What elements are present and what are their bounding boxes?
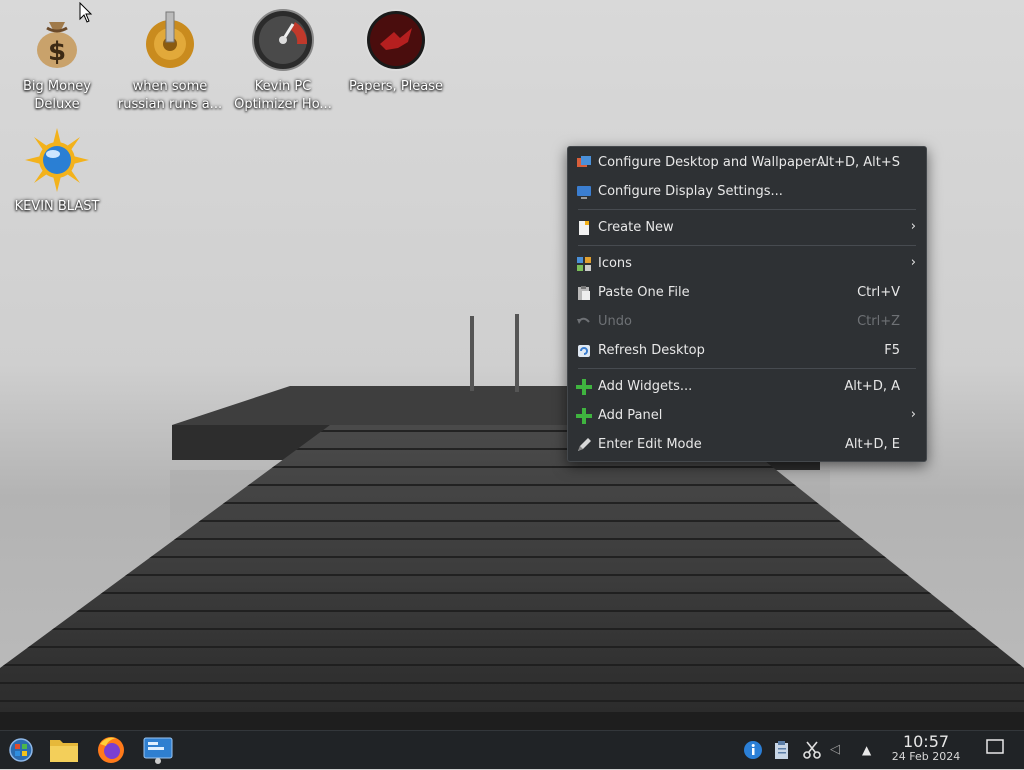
display-settings-icon [577,186,591,199]
firefox-icon [98,737,124,763]
desktop-icon-label: Papers, Please [348,79,444,94]
plus-icon [576,379,592,395]
desktop-icon-label: KEVIN BLAST [14,199,100,214]
menu-item-configure-display[interactable]: Configure Display Settings... [572,178,922,207]
tray-screenshot[interactable] [802,740,822,760]
icons-grid-icon [577,257,591,271]
configure-desktop-icon [577,156,591,167]
volume-icon: ◁ [830,742,840,757]
clipboard-icon [775,741,788,759]
undo-icon [577,317,590,324]
menu-item-add-panel[interactable]: Add Panel › [572,402,922,431]
edit-pen-icon [578,438,591,451]
system-settings-icon [143,737,173,764]
submenu-arrow-icon: › [910,219,916,234]
menu-separator [578,209,916,210]
desktop-icon-big-money-deluxe[interactable]: $ Big Money Deluxe [0,0,114,114]
new-document-icon [579,221,589,235]
tray-info[interactable] [743,740,763,760]
sun-globe-icon [25,128,89,192]
menu-item-undo[interactable]: Undo Ctrl+Z [572,308,922,337]
menu-separator [578,368,916,369]
desktop-context-menu: Configure Desktop and Wallpaper... Alt+D… [567,146,927,462]
menu-item-paste[interactable]: Paste One File Ctrl+V [572,279,922,308]
file-manager-icon [50,740,78,762]
application-launcher-button[interactable] [4,734,38,766]
mouse-cursor-icon [79,2,93,23]
expand-tray-icon: ▲ [862,743,872,757]
menu-item-edit-mode[interactable]: Enter Edit Mode Alt+D, E [572,431,922,460]
desktop-icon-papers-please[interactable]: Papers, Please [339,0,453,96]
desktop-icon-when-some-russian[interactable]: when some russian runs a... [113,0,227,114]
info-icon [744,741,762,759]
desktop-icon-label: Kevin PC Optimizer Ho... [234,79,332,112]
tray-clipboard[interactable] [772,740,792,760]
taskbar: ◁ ▲ 10:57 24 Feb 2024 [0,730,1024,769]
menu-item-configure-desktop[interactable]: Configure Desktop and Wallpaper... Alt+D… [572,149,922,178]
svg-text:$: $ [48,37,66,67]
clock-time: 10:57 [902,732,950,751]
file-manager-button[interactable] [47,734,81,766]
menu-item-refresh[interactable]: Refresh Desktop F5 [572,337,922,366]
refresh-icon [578,345,590,357]
application-launcher-icon [9,738,33,762]
tray-volume[interactable]: ◁ [830,740,850,760]
desktop-icon-label: Big Money Deluxe [22,79,91,112]
menu-item-icons[interactable]: Icons › [572,250,922,279]
desktop-icon-kevin-pc-optimizer[interactable]: Kevin PC Optimizer Ho... [226,0,340,114]
submenu-arrow-icon: › [910,407,916,422]
gear-icon [146,11,194,68]
show-desktop-button[interactable] [986,739,1004,755]
desktop-icon-label: when some russian runs a... [117,79,223,112]
show-desktop-icon [986,739,1004,754]
menu-separator [578,245,916,246]
speedometer-icon [252,9,314,71]
tray-expand-button[interactable]: ▲ [862,740,882,760]
papers-please-icon [365,9,427,71]
desktop-icon-kevin-blast[interactable]: KEVIN BLAST [0,120,114,216]
menu-item-add-widgets[interactable]: Add Widgets... Alt+D, A [572,373,922,402]
paste-icon [578,286,590,300]
menu-item-create-new[interactable]: Create New › [572,214,922,243]
plus-icon [576,408,592,424]
system-settings-button[interactable] [141,734,175,766]
scissors-icon [803,741,821,759]
submenu-arrow-icon: › [910,255,916,270]
firefox-button[interactable] [94,734,128,766]
clock-date: 24 Feb 2024 [891,750,961,763]
